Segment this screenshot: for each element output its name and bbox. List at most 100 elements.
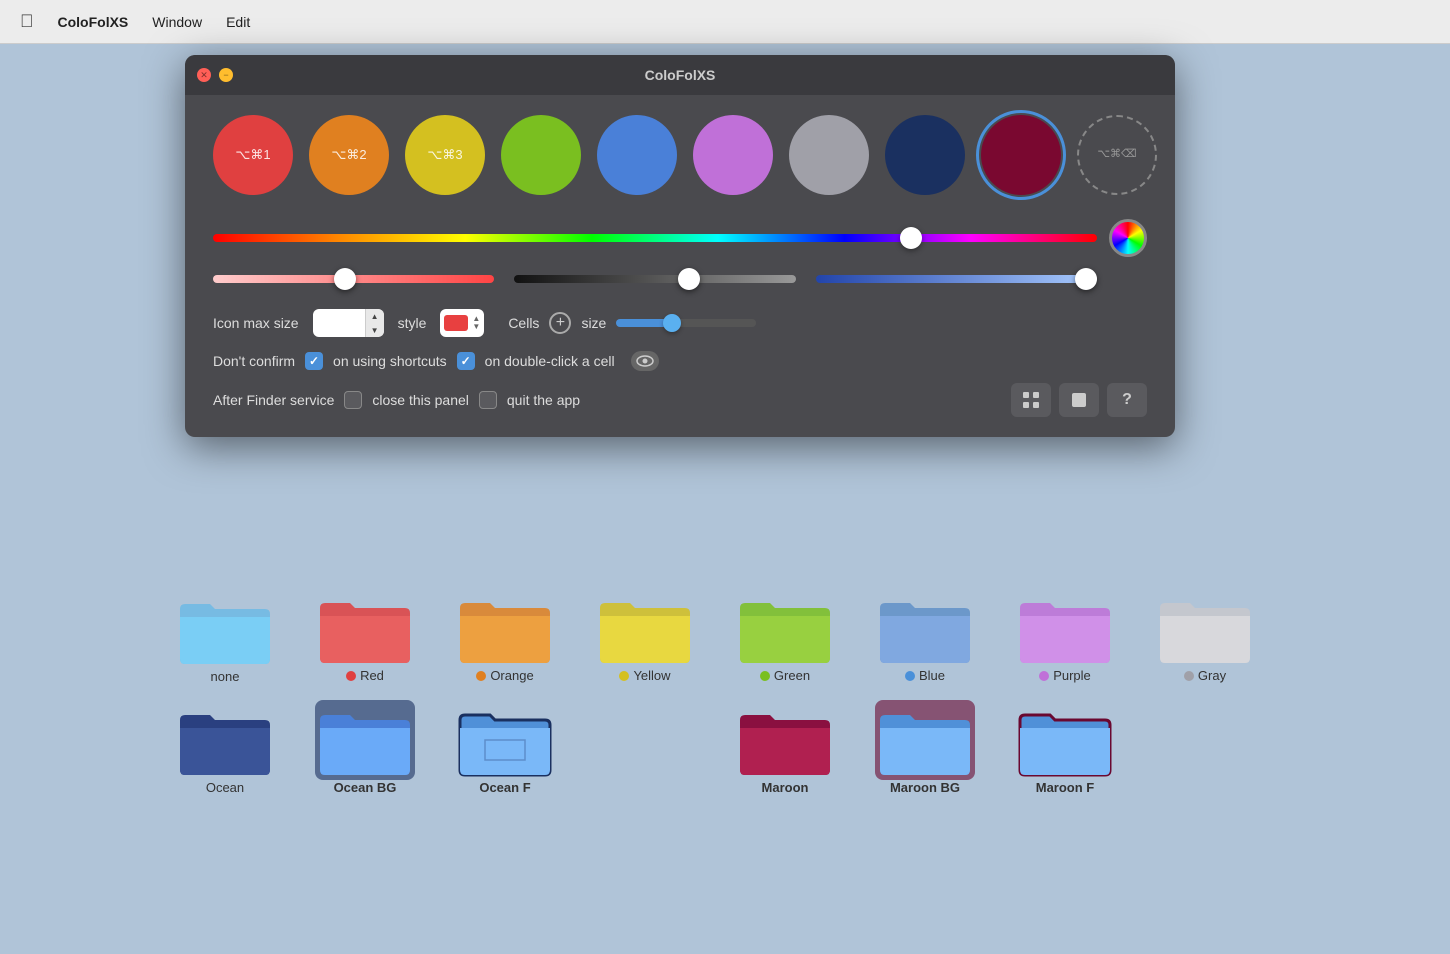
folder-item-none[interactable]: none: [155, 581, 295, 692]
folder-label-ocean-f: Ocean F: [479, 780, 530, 795]
shortcuts-label: on using shortcuts: [333, 353, 447, 369]
cells-add-button[interactable]: +: [549, 312, 571, 334]
sliders-section: [213, 219, 1147, 291]
eye-button[interactable]: [631, 351, 659, 371]
b-slider-container[interactable]: [816, 267, 1097, 291]
size-stepper: ▲ ▼: [365, 309, 384, 337]
g-thumb[interactable]: [678, 268, 700, 290]
r-slider-container[interactable]: [213, 267, 494, 291]
minimize-button[interactable]: −: [219, 68, 233, 82]
app-name[interactable]: ColoFolXS: [58, 14, 129, 30]
folder-label-green: Green: [760, 668, 810, 684]
folder-yellow-icon: [595, 588, 695, 668]
folder-label-maroon-f: Maroon F: [1036, 780, 1095, 795]
folder-ocean-bg-icon: [315, 700, 415, 780]
color-circle-empty[interactable]: ⌥⌘⌫: [1077, 115, 1157, 195]
rainbow-thumb[interactable]: [900, 227, 922, 249]
folder-item-maroon-f[interactable]: Maroon F: [995, 692, 1135, 803]
window-body: ⌥⌘1 ⌥⌘2 ⌥⌘3: [185, 95, 1175, 437]
folder-item-ocean-f[interactable]: Ocean F: [435, 692, 575, 803]
folder-item-yellow[interactable]: Yellow: [575, 580, 715, 692]
quit-app-checkbox[interactable]: [479, 391, 497, 409]
folder-item-gray[interactable]: Gray: [1135, 580, 1275, 692]
shortcuts-checkbox[interactable]: [305, 352, 323, 370]
folder-item-ocean-bg[interactable]: Ocean BG: [295, 692, 435, 803]
size-stepper-down[interactable]: ▼: [366, 323, 384, 337]
window-menu[interactable]: Window: [152, 14, 202, 30]
menubar:  ColoFolXS Window Edit: [0, 0, 1450, 44]
double-click-checkbox[interactable]: [457, 352, 475, 370]
folder-maroon-f-icon: [1015, 700, 1115, 780]
question-mark: ?: [1122, 391, 1132, 409]
folder-item-green[interactable]: Green: [715, 580, 855, 692]
color-circle-6[interactable]: [693, 115, 773, 195]
color-circle-4[interactable]: [501, 115, 581, 195]
folder-label-red: Red: [346, 668, 384, 684]
icon-max-size-input[interactable]: 512: [313, 309, 365, 337]
folder-item-blue[interactable]: Blue: [855, 580, 995, 692]
b-thumb[interactable]: [1075, 268, 1097, 290]
cells-size-track[interactable]: [616, 319, 756, 327]
color-circle-9[interactable]: [981, 115, 1061, 195]
folder-label-orange: Orange: [476, 668, 533, 684]
r-thumb[interactable]: [334, 268, 356, 290]
size-label: size: [581, 315, 606, 331]
main-window: ✕ − ColoFolXS ⌥⌘1 ⌥⌘2 ⌥⌘3: [185, 55, 1175, 437]
grid-icon: [1021, 390, 1041, 410]
icon-max-size-label: Icon max size: [213, 315, 299, 331]
g-track: [514, 275, 795, 283]
size-stepper-up[interactable]: ▲: [366, 309, 384, 323]
folder-item-red[interactable]: Red: [295, 580, 435, 692]
color-circle-1[interactable]: ⌥⌘1: [213, 115, 293, 195]
help-button[interactable]: ?: [1107, 383, 1147, 417]
folder-label-yellow: Yellow: [619, 668, 670, 684]
rgb-sliders-row: [213, 267, 1147, 291]
grid-view-button[interactable]: [1011, 383, 1051, 417]
folder-maroon-bg-icon: [875, 700, 975, 780]
color-circle-2[interactable]: ⌥⌘2: [309, 115, 389, 195]
folder-row-1: none Red Orange: [155, 580, 1275, 692]
color-circle-5[interactable]: [597, 115, 677, 195]
folder-purple-icon: [1015, 588, 1115, 668]
folder-item-maroon-bg[interactable]: Maroon BG: [855, 692, 995, 803]
cells-size-thumb[interactable]: [663, 314, 681, 332]
window-title: ColoFolXS: [645, 67, 716, 83]
action-buttons: ?: [1011, 383, 1147, 417]
dont-confirm-label: Don't confirm: [213, 353, 295, 369]
folder-item-orange[interactable]: Orange: [435, 580, 575, 692]
circle-label-1: ⌥⌘1: [235, 147, 270, 163]
folder-blue-icon: [875, 588, 975, 668]
controls-row: Icon max size 512 ▲ ▼ style ▲ ▼ Cells +: [213, 309, 1147, 337]
style-picker[interactable]: ▲ ▼: [440, 309, 484, 337]
color-circle-3[interactable]: ⌥⌘3: [405, 115, 485, 195]
folder-item-ocean[interactable]: Ocean: [155, 692, 295, 803]
g-slider-container[interactable]: [514, 267, 795, 291]
folder-green-icon: [735, 588, 835, 668]
folder-item-maroon[interactable]: Maroon: [715, 692, 855, 803]
circle-label-empty: ⌥⌘⌫: [1097, 148, 1136, 161]
apple-menu[interactable]: : [20, 11, 34, 32]
style-down-arrow[interactable]: ▼: [472, 323, 480, 331]
color-circle-8[interactable]: [885, 115, 965, 195]
circle-label-3: ⌥⌘3: [427, 147, 462, 163]
dont-confirm-row: Don't confirm on using shortcuts on doub…: [213, 351, 1147, 371]
folder-label-ocean-bg: Ocean BG: [334, 780, 397, 795]
folder-label-none: none: [211, 669, 240, 684]
folder-label-gray: Gray: [1184, 668, 1226, 684]
folder-maroon-icon: [735, 700, 835, 780]
eye-icon: [636, 355, 654, 367]
folder-label-maroon-bg: Maroon BG: [890, 780, 960, 795]
color-wheel-button[interactable]: [1109, 219, 1147, 257]
square-button[interactable]: [1059, 383, 1099, 417]
folder-gray-icon: [1155, 588, 1255, 668]
square-icon: [1069, 390, 1089, 410]
folder-item-purple[interactable]: Purple: [995, 580, 1135, 692]
edit-menu[interactable]: Edit: [226, 14, 250, 30]
close-button[interactable]: ✕: [197, 68, 211, 82]
rainbow-slider-row: [213, 219, 1147, 257]
window-controls: ✕ −: [197, 68, 233, 82]
color-circle-7[interactable]: [789, 115, 869, 195]
rainbow-slider-track[interactable]: [213, 231, 1097, 245]
close-panel-checkbox[interactable]: [344, 391, 362, 409]
folder-row-2: Ocean Ocean BG Ocean F: [155, 692, 1275, 803]
